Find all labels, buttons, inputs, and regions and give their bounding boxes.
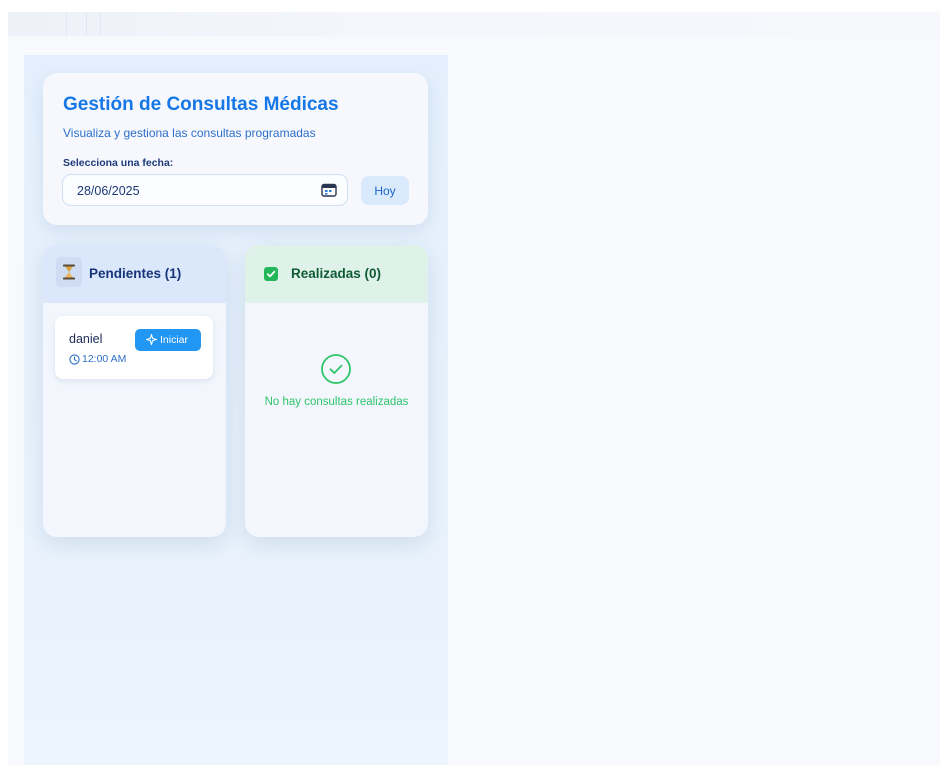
date-label: Selecciona una fecha: [63, 157, 174, 169]
done-column: Realizadas (0) No hay consultas realizad… [245, 245, 428, 537]
start-consultation-button[interactable]: Iniciar [135, 329, 201, 351]
done-title: Realizadas (0) [291, 266, 382, 281]
calendar-icon[interactable] [321, 183, 337, 197]
pending-header: Pendientes (1) [43, 245, 226, 303]
appointment-card[interactable]: daniel Iniciar 12:00 AM [55, 316, 213, 379]
check-circle-icon [321, 354, 351, 384]
start-consultation-label: Iniciar [160, 334, 189, 346]
patient-name: daniel [69, 332, 103, 346]
empty-state-text: No hay consultas realizadas [264, 396, 409, 408]
today-button[interactable]: Hoy [361, 176, 409, 205]
top-bar-divider [100, 12, 101, 36]
sparkle-icon [146, 334, 157, 345]
top-bar [8, 12, 940, 36]
page-subtitle: Visualiza y gestiona las consultas progr… [63, 126, 316, 140]
page-title: Gestión de Consultas Médicas [63, 94, 339, 115]
done-header: Realizadas (0) [245, 245, 428, 303]
appointment-time-value: 12:00 AM [82, 353, 127, 365]
clock-icon [69, 354, 80, 365]
top-bar-divider [66, 12, 67, 36]
pending-title: Pendientes (1) [89, 266, 182, 281]
pending-column: Pendientes (1) daniel Iniciar 12:00 AM [43, 245, 226, 537]
hourglass-icon [56, 257, 82, 287]
top-bar-divider [86, 12, 87, 36]
checkbox-icon [264, 267, 278, 281]
date-value: 28/06/2025 [77, 184, 140, 198]
date-input[interactable]: 28/06/2025 [62, 174, 348, 206]
